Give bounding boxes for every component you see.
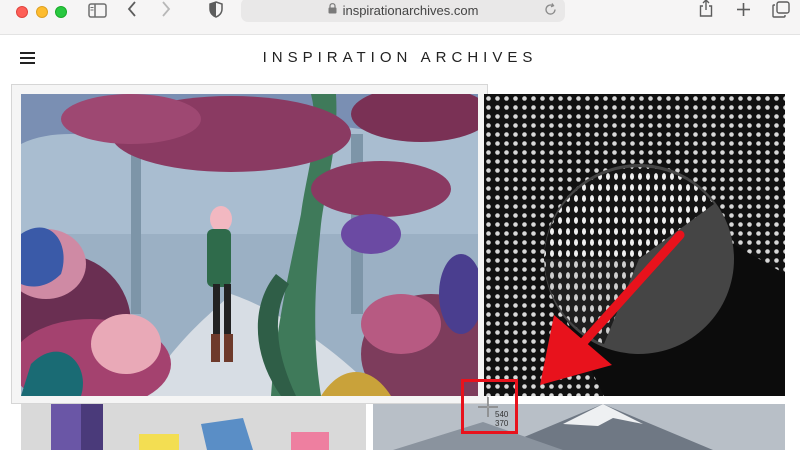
zoom-window-button[interactable]	[55, 6, 67, 18]
shield-icon[interactable]	[209, 0, 223, 18]
gallery-item-forest[interactable]	[21, 94, 478, 396]
back-icon[interactable]	[127, 0, 137, 18]
reload-icon[interactable]	[544, 3, 557, 21]
minimize-window-button[interactable]	[36, 6, 48, 18]
close-window-button[interactable]	[16, 6, 28, 18]
new-tab-icon[interactable]	[736, 0, 751, 18]
forward-icon[interactable]	[161, 0, 171, 18]
cursor-coord-x: 540	[495, 410, 509, 419]
sidebar-icon[interactable]	[88, 1, 107, 19]
gallery-item-cubes[interactable]	[21, 404, 366, 450]
snowy-mountain-image	[373, 404, 785, 450]
colored-cubes-image	[21, 404, 366, 450]
tabs-icon[interactable]	[772, 0, 790, 18]
red-arrow-annotation	[540, 230, 685, 385]
share-icon[interactable]	[699, 0, 713, 17]
browser-toolbar: inspirationarchives.com	[0, 0, 800, 35]
gallery-item-mountain[interactable]	[373, 404, 785, 450]
cursor-coord-y: 370	[495, 419, 509, 428]
address-bar[interactable]: inspirationarchives.com	[241, 0, 565, 22]
lock-icon	[328, 1, 337, 19]
url-text: inspirationarchives.com	[342, 2, 479, 18]
site-title: INSPIRATION ARCHIVES	[262, 49, 538, 66]
forest-illustration-image	[21, 94, 478, 396]
